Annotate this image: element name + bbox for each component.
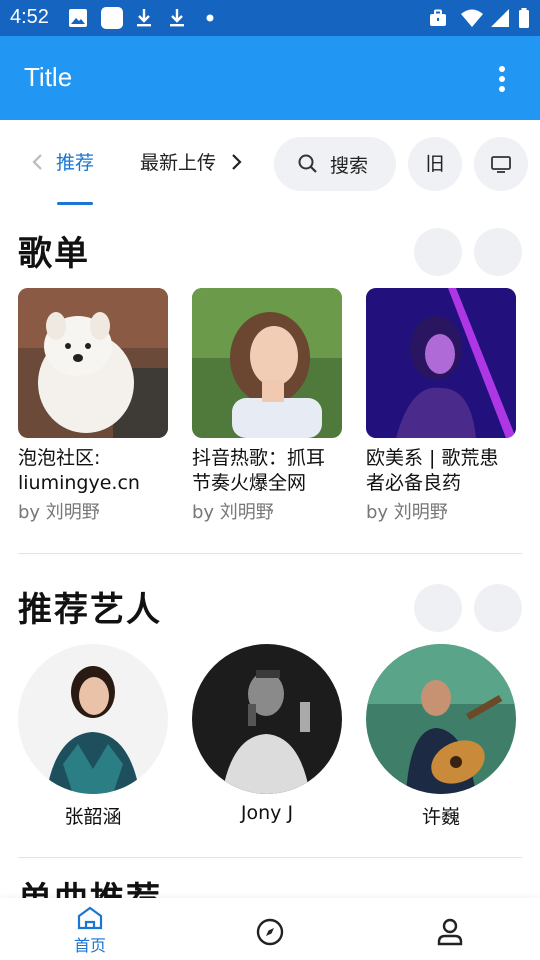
tab-recommend-label: 推荐	[56, 152, 94, 174]
wifi-icon	[461, 9, 483, 27]
playlist-card[interactable]: 欧美系 | 歌荒患者必备良药 by 刘明野	[366, 288, 516, 524]
more-vert-icon[interactable]	[484, 62, 520, 98]
artist-name: Jony J	[240, 802, 294, 824]
status-time: 4:52	[10, 6, 49, 28]
image-icon	[69, 9, 87, 27]
tv-button[interactable]	[474, 137, 528, 191]
chevron-left-icon[interactable]	[26, 150, 50, 174]
explore-icon[interactable]	[254, 916, 286, 948]
user-icon[interactable]	[434, 916, 466, 948]
app-bar: Title	[0, 36, 540, 120]
playlist-section-title: 歌单	[18, 234, 90, 274]
download-icon	[170, 9, 184, 27]
tab-recommend[interactable]: 推荐	[56, 148, 94, 175]
section-divider	[18, 553, 522, 554]
artist-prev-button[interactable]	[414, 584, 462, 632]
avatar	[366, 644, 516, 794]
artist-name: 许巍	[421, 806, 460, 828]
bottom-nav: 首页	[0, 898, 540, 960]
playlist-next-button[interactable]	[474, 228, 522, 276]
playlist-prev-button[interactable]	[414, 228, 462, 276]
square-app-icon	[101, 7, 123, 29]
artist-next-button[interactable]	[474, 584, 522, 632]
playlist-card[interactable]: 泡泡社区: liumingye.cn by 刘明野	[18, 288, 168, 524]
search-label: 搜索	[330, 155, 369, 177]
playlist-name: 欧美系 | 歌荒患者必备良药	[366, 447, 499, 494]
playlist-author: by 刘明野	[366, 502, 448, 523]
nav-home-label: 首页	[73, 936, 106, 955]
search-icon	[298, 154, 317, 173]
search-button[interactable]: 搜索	[274, 137, 396, 191]
download-icon	[137, 9, 151, 27]
playlist-cover	[192, 288, 342, 438]
artist-item[interactable]: 许巍	[366, 644, 516, 829]
section-divider	[18, 857, 522, 858]
artist-name: 张韶涵	[64, 806, 122, 828]
artist-item[interactable]: Jony J	[192, 644, 342, 824]
playlist-cover	[366, 288, 516, 438]
tv-icon	[491, 156, 511, 173]
chevron-right-icon[interactable]	[224, 150, 248, 174]
single-section-title: 单曲推荐	[18, 880, 162, 900]
home-icon	[77, 906, 103, 930]
briefcase-icon	[430, 9, 446, 26]
tab-latest-upload-label: 最新上传	[140, 152, 217, 174]
playlist-name: 抖音热歌：抓耳节奏火爆全网	[192, 447, 326, 494]
status-bar: 4:52	[0, 0, 540, 36]
playlist-author: by 刘明野	[192, 502, 274, 523]
playlist-name: 泡泡社区: liumingye.cn	[18, 447, 140, 494]
old-version-button[interactable]: 旧	[408, 137, 462, 191]
tab-latest-upload[interactable]: 最新上传	[140, 148, 218, 175]
playlist-card[interactable]: 抖音热歌：抓耳节奏火爆全网 by 刘明野	[192, 288, 342, 524]
tab-indicator	[57, 202, 93, 205]
app-title: Title	[24, 62, 73, 92]
battery-icon	[519, 8, 529, 28]
artist-section-title: 推荐艺人	[18, 590, 162, 630]
avatar	[192, 644, 342, 794]
dot-icon	[206, 14, 214, 22]
tabs-row: 推荐 最新上传 搜索 旧	[0, 120, 540, 208]
signal-icon	[491, 9, 509, 27]
artist-item[interactable]: 张韶涵	[18, 644, 168, 829]
playlist-author: by 刘明野	[18, 502, 100, 523]
avatar	[18, 644, 168, 794]
nav-home[interactable]: 首页	[62, 898, 118, 960]
playlist-cover	[18, 288, 168, 438]
